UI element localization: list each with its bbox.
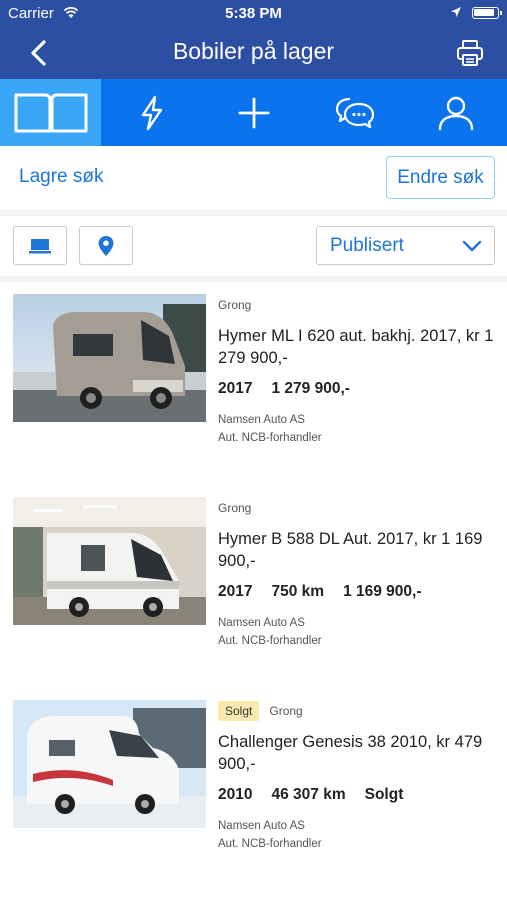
listing-item[interactable]: Grong Hymer ML I 620 aut. bakhj. 2017, k… xyxy=(0,294,507,494)
status-time: 5:38 PM xyxy=(225,5,282,22)
chat-bubbles-icon xyxy=(335,97,375,128)
listing-info: Grong Hymer B 588 DL Aut. 2017, kr 1 169… xyxy=(218,497,497,650)
listing-price: 1 279 900,- xyxy=(271,380,350,397)
dealer-type: Aut. NCB-forhandler xyxy=(218,432,322,444)
listing-figures: 2010 46 307 km Solgt xyxy=(218,786,497,804)
save-search-link[interactable]: Lagre søk xyxy=(19,166,103,188)
printer-icon[interactable] xyxy=(455,38,485,68)
listing-year: 2017 xyxy=(218,583,253,600)
listing-location: Grong xyxy=(269,704,303,718)
status-bar: Carrier 5:38 PM xyxy=(0,0,507,28)
plus-icon xyxy=(238,97,269,128)
tab-profile[interactable] xyxy=(406,79,507,146)
sort-select[interactable]: Publisert xyxy=(316,226,495,265)
dealer-info: Namsen Auto AS Aut. NCB-forhandler xyxy=(218,411,497,447)
tab-add[interactable] xyxy=(203,79,304,146)
listing-year: 2010 xyxy=(218,786,253,803)
listing-meta: Grong xyxy=(218,498,497,518)
search-actions: Lagre søk Endre søk xyxy=(0,146,507,210)
listing-figures: 2017 750 km 1 169 900,- xyxy=(218,583,497,601)
listing-mileage: 750 km xyxy=(271,583,325,600)
listing-location: Grong xyxy=(218,501,252,515)
tab-inventory[interactable] xyxy=(0,79,102,146)
listing-info: Grong Hymer ML I 620 aut. bakhj. 2017, k… xyxy=(218,294,497,447)
listing-meta: Grong xyxy=(218,295,497,315)
book-icon xyxy=(14,93,88,132)
listing-price: 1 169 900,- xyxy=(343,583,422,600)
listing-info: Solgt Grong Challenger Genesis 38 2010, … xyxy=(218,700,497,853)
location-arrow-icon xyxy=(451,7,461,17)
listing-meta: Solgt Grong xyxy=(218,701,497,721)
listing-figures: 2017 1 279 900,- xyxy=(218,380,497,398)
dealer-info: Namsen Auto AS Aut. NCB-forhandler xyxy=(218,614,497,650)
listing-item[interactable]: Solgt Grong Challenger Genesis 38 2010, … xyxy=(0,700,507,900)
listing-photo xyxy=(13,294,206,422)
top-bar: Carrier 5:38 PM Bobiler på lager xyxy=(0,0,507,79)
map-pin-icon xyxy=(98,235,114,256)
dealer-name: Namsen Auto AS xyxy=(218,414,305,426)
listing-title: Hymer B 588 DL Aut. 2017, kr 1 169 900,- xyxy=(218,530,483,570)
chevron-down-icon xyxy=(462,240,482,252)
sold-badge: Solgt xyxy=(218,701,260,721)
tab-bar xyxy=(0,79,507,146)
tab-news[interactable] xyxy=(101,79,202,146)
battery-icon xyxy=(472,7,502,19)
user-icon xyxy=(439,96,474,130)
list-view-button[interactable] xyxy=(13,226,67,265)
listing-mileage: 46 307 km xyxy=(271,786,346,803)
dealer-type: Aut. NCB-forhandler xyxy=(218,635,322,647)
chevron-left-icon[interactable] xyxy=(28,40,50,66)
dealer-name: Namsen Auto AS xyxy=(218,820,305,832)
listing-title: Challenger Genesis 38 2010, kr 479 900,- xyxy=(218,733,483,773)
dealer-name: Namsen Auto AS xyxy=(218,617,305,629)
listing-item[interactable]: Grong Hymer B 588 DL Aut. 2017, kr 1 169… xyxy=(0,497,507,697)
filter-row: Publisert xyxy=(0,216,507,276)
laptop-icon xyxy=(29,238,51,253)
sort-label: Publisert xyxy=(330,235,404,256)
dealer-type: Aut. NCB-forhandler xyxy=(218,838,322,850)
page-title: Bobiler på lager xyxy=(172,38,335,64)
map-view-button[interactable] xyxy=(79,226,133,265)
navigation-bar: Bobiler på lager xyxy=(0,28,507,79)
listing-photo xyxy=(13,497,206,625)
change-search-button[interactable]: Endre søk xyxy=(386,156,495,199)
lightning-icon xyxy=(141,95,163,130)
divider xyxy=(0,276,507,282)
listing-location: Grong xyxy=(218,298,252,312)
listing-photo xyxy=(13,700,206,828)
listing-year: 2017 xyxy=(218,380,253,397)
listing-price: Solgt xyxy=(364,786,404,803)
dealer-info: Namsen Auto AS Aut. NCB-forhandler xyxy=(218,817,497,853)
tab-messages[interactable] xyxy=(304,79,405,146)
listing-title: Hymer ML I 620 aut. bakhj. 2017, kr 1 27… xyxy=(218,327,494,367)
